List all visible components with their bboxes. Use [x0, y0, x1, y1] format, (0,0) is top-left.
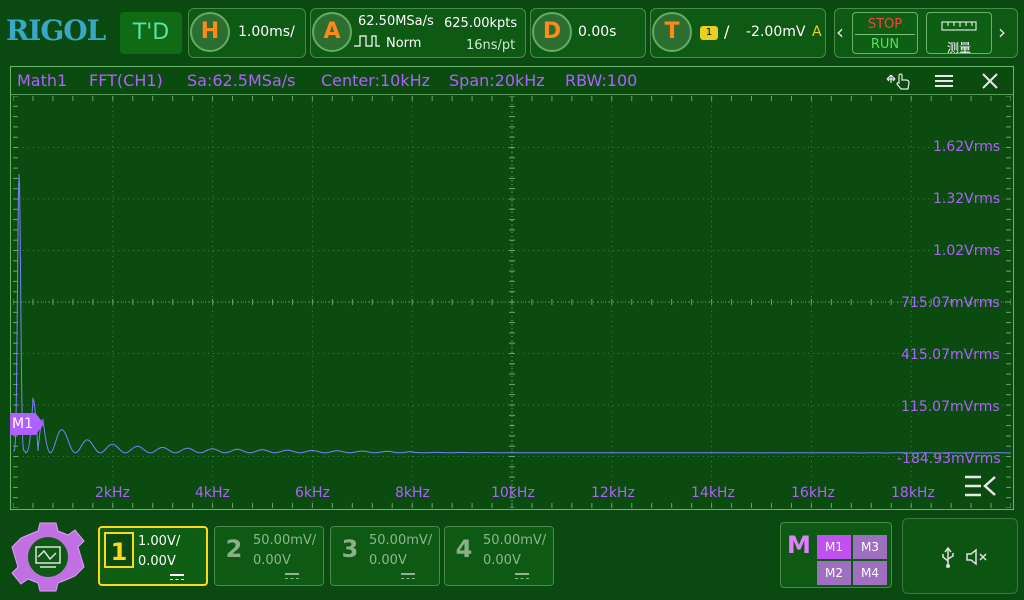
ruler-icon — [941, 21, 977, 31]
channel-1-scale: 1.00V/ — [138, 534, 181, 549]
math-label[interactable]: M — [787, 531, 811, 559]
channel-4-button[interactable]: 4 50.00mV/ 0.00V — [444, 526, 554, 586]
channel-1-offset: 0.00V — [138, 554, 176, 569]
close-icon[interactable] — [981, 72, 999, 90]
channel-2-button[interactable]: 2 50.00mV/ 0.00V — [214, 526, 324, 586]
channel-4-number: 4 — [455, 535, 473, 563]
x-label-5: 12kHz — [591, 485, 635, 501]
dc-coupling-icon — [515, 573, 529, 579]
td-mode-button[interactable]: T'D — [120, 12, 182, 54]
x-label-6: 14kHz — [691, 485, 735, 501]
math-title: Math1 — [17, 71, 68, 90]
pulse-icon — [354, 35, 380, 47]
horizontal-button[interactable]: H — [190, 12, 230, 52]
math-m3-button[interactable]: M3 — [853, 535, 887, 559]
time-per-point: 16ns/pt — [466, 38, 516, 53]
sample-rate: 62.50MSa/s — [358, 14, 434, 29]
channel-1-button[interactable]: 1 1.00V/ 0.00V — [98, 526, 208, 586]
chevron-left-icon[interactable]: ‹ — [836, 20, 844, 44]
trigger-slope-icon: / — [724, 22, 730, 41]
x-label-8: 18kHz — [891, 485, 935, 501]
channel-2-scale: 50.00mV/ — [253, 533, 317, 548]
math-m4-button[interactable]: M4 — [853, 561, 887, 585]
channel-3-scale: 50.00mV/ — [369, 533, 433, 548]
x-label-2: 6kHz — [295, 485, 330, 501]
stop-label: STOP — [867, 17, 903, 32]
trigger-button[interactable]: T — [652, 12, 692, 52]
x-label-4: 10kHz — [491, 485, 535, 501]
channel-4-offset: 0.00V — [483, 553, 521, 568]
y-label-4: 415.07mVrms — [901, 347, 1000, 363]
math-sample-rate: Sa:62.5MSa/s — [187, 71, 296, 90]
channel-4-scale: 50.00mV/ — [483, 533, 547, 548]
dc-coupling-icon — [170, 574, 184, 580]
status-panel — [902, 518, 1018, 594]
x-label-0: 2kHz — [95, 485, 130, 501]
math-rbw: RBW:100 — [565, 71, 638, 90]
dc-coupling-icon — [285, 573, 299, 579]
trigger-level: -2.00mV — [746, 24, 806, 40]
plot-grid — [13, 96, 1011, 508]
chevron-right-icon[interactable]: › — [998, 20, 1006, 44]
channel-3-number: 3 — [341, 535, 359, 563]
math-m1-button[interactable]: M1 — [817, 535, 851, 559]
y-label-3: 715.07mVrms — [901, 295, 1000, 311]
y-label-5: 115.07mVrms — [901, 399, 1000, 415]
memory-depth: 625.00kpts — [444, 16, 518, 31]
measure-button[interactable]: 测量 — [926, 12, 992, 55]
acquire-button[interactable]: A — [312, 12, 352, 52]
delay-button[interactable]: D — [532, 12, 572, 52]
gear-icon[interactable] — [8, 518, 88, 596]
stop-run-button[interactable]: STOP RUN — [852, 12, 918, 54]
delay-value: 0.00s — [578, 24, 617, 40]
move-icon[interactable] — [883, 71, 913, 91]
x-label-1: 4kHz — [195, 485, 230, 501]
measure-label: 测量 — [946, 41, 971, 55]
mute-icon[interactable] — [965, 547, 989, 567]
x-label-7: 16kHz — [791, 485, 835, 501]
x-label-3: 8kHz — [395, 485, 430, 501]
math-span: Span:20kHz — [449, 71, 545, 90]
math-channels-panel: M M1 M3 M2 M4 — [780, 522, 892, 588]
dc-coupling-icon — [401, 573, 415, 579]
channel-3-offset: 0.00V — [369, 553, 407, 568]
collapse-icon[interactable] — [963, 473, 999, 499]
run-label: RUN — [870, 37, 900, 52]
stop-run-divider — [855, 34, 915, 35]
channel-3-button[interactable]: 3 50.00mV/ 0.00V — [330, 526, 440, 586]
math-operation: FFT(CH1) — [89, 71, 163, 90]
math-window: Math1 FFT(CH1) Sa:62.5MSa/s Center:10kHz… — [10, 66, 1014, 510]
trigger-sweep: A — [812, 24, 822, 40]
channel-2-number: 2 — [225, 535, 243, 563]
channel-1-number: 1 — [104, 532, 134, 568]
y-label-1: 1.32Vrms — [933, 191, 1001, 207]
y-label-6: -184.93mVrms — [897, 451, 1001, 467]
channel-2-offset: 0.00V — [253, 553, 291, 568]
math-m2-button[interactable]: M2 — [817, 561, 851, 585]
y-label-0: 1.62Vrms — [933, 139, 1001, 155]
math-center: Center:10kHz — [321, 71, 431, 90]
trigger-source-badge: 1 — [700, 26, 718, 40]
math-window-header[interactable]: Math1 FFT(CH1) Sa:62.5MSa/s Center:10kHz… — [11, 67, 1013, 95]
menu-icon[interactable] — [933, 73, 955, 89]
rigol-logo: RIGOL — [6, 14, 106, 47]
timebase-value: 1.00ms/ — [238, 24, 295, 40]
y-label-2: 1.02Vrms — [933, 243, 1001, 259]
usb-icon — [942, 547, 954, 568]
top-status-bar: RIGOL T'D H 1.00ms/ A 62.50MSa/s Norm 62… — [0, 0, 1024, 62]
fft-plot[interactable] — [13, 96, 1011, 508]
acquire-mode: Norm — [386, 36, 422, 51]
